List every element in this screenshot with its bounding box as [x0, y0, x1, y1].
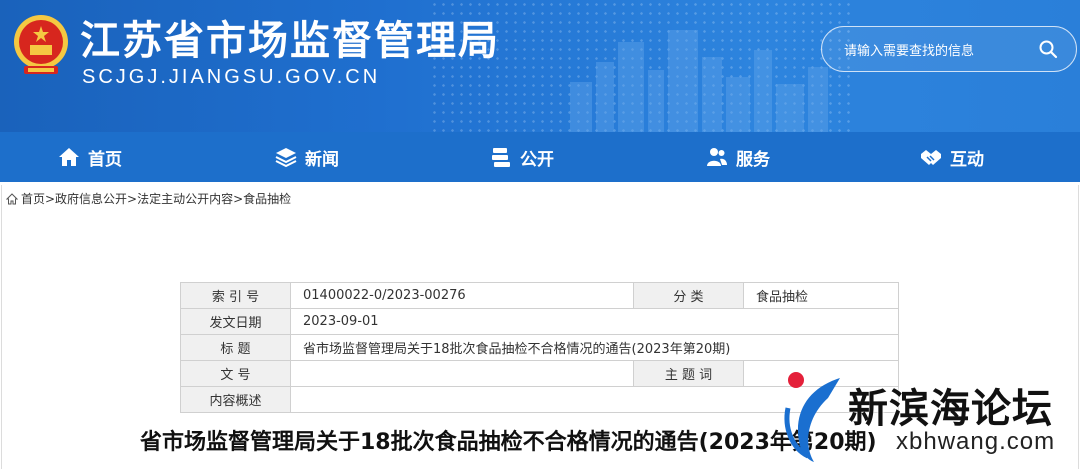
table-row: 发文日期 2023-09-01 — [180, 308, 899, 335]
docno-label: 文 号 — [180, 360, 291, 387]
category-label: 分 类 — [633, 282, 744, 309]
index-label: 索 引 号 — [180, 282, 291, 309]
skyline-decoration — [570, 30, 828, 132]
breadcrumb: 首页>政府信息公开>法定主动公开内容>食品抽检 — [6, 190, 291, 207]
search-icon[interactable] — [1038, 39, 1058, 59]
handshake-icon — [921, 150, 941, 165]
nav-item-public[interactable]: 公开 — [490, 132, 554, 182]
search-input[interactable]: 请输入需要查找的信息 — [844, 40, 974, 59]
home-icon — [59, 148, 79, 166]
summary-label: 内容概述 — [180, 386, 291, 413]
nav-item-home[interactable]: 首页 — [58, 132, 122, 182]
subject-label: 主 题 词 — [633, 360, 744, 387]
nav-item-label: 公开 — [520, 149, 554, 170]
site-domain: SCJGJ.JIANGSU.GOV.CN — [82, 66, 381, 88]
docno-value — [290, 360, 634, 387]
watermark-url: xbhwang.com — [896, 428, 1056, 455]
stack-icon — [492, 148, 510, 167]
nav-item-label: 首页 — [88, 149, 122, 170]
people-icon — [707, 148, 727, 166]
date-value: 2023-09-01 — [290, 308, 899, 335]
breadcrumb-text[interactable]: 首页>政府信息公开>法定主动公开内容>食品抽检 — [21, 190, 291, 207]
table-row: 标 题 省市场监督管理局关于18批次食品抽检不合格情况的通告(2023年第20期… — [180, 334, 899, 361]
search-box[interactable]: 请输入需要查找的信息 — [821, 26, 1077, 72]
watermark: 新滨海论坛 xbhwang.com — [778, 368, 1078, 468]
site-header: 江苏省市场监督管理局 SCJGJ.JIANGSU.GOV.CN 请输入需要查找的… — [0, 0, 1080, 132]
title-value: 省市场监督管理局关于18批次食品抽检不合格情况的通告(2023年第20期) — [290, 334, 899, 361]
category-value: 食品抽检 — [743, 282, 899, 309]
national-emblem-icon — [14, 15, 68, 74]
layers-icon — [275, 148, 297, 168]
nav-item-label: 互动 — [950, 149, 984, 170]
main-nav: 首页 新闻 公开 服务 互动 — [0, 132, 1080, 182]
title-label: 标 题 — [180, 334, 291, 361]
nav-item-service[interactable]: 服务 — [706, 132, 770, 182]
table-row: 索 引 号 01400022-0/2023-00276 分 类 食品抽检 — [180, 282, 899, 309]
nav-item-news[interactable]: 新闻 — [275, 132, 339, 182]
date-label: 发文日期 — [180, 308, 291, 335]
nav-item-label: 新闻 — [305, 149, 339, 170]
watermark-logo-icon — [784, 372, 840, 462]
article-title: 省市场监督管理局关于18批次食品抽检不合格情况的通告(2023年第20期) — [140, 430, 877, 455]
watermark-name: 新滨海论坛 — [848, 386, 1053, 432]
nav-item-interaction[interactable]: 互动 — [920, 132, 984, 182]
site-title: 江苏省市场监督管理局 — [80, 18, 500, 64]
nav-item-label: 服务 — [736, 149, 770, 170]
index-value: 01400022-0/2023-00276 — [290, 282, 634, 309]
breadcrumb-home-icon — [6, 192, 18, 204]
